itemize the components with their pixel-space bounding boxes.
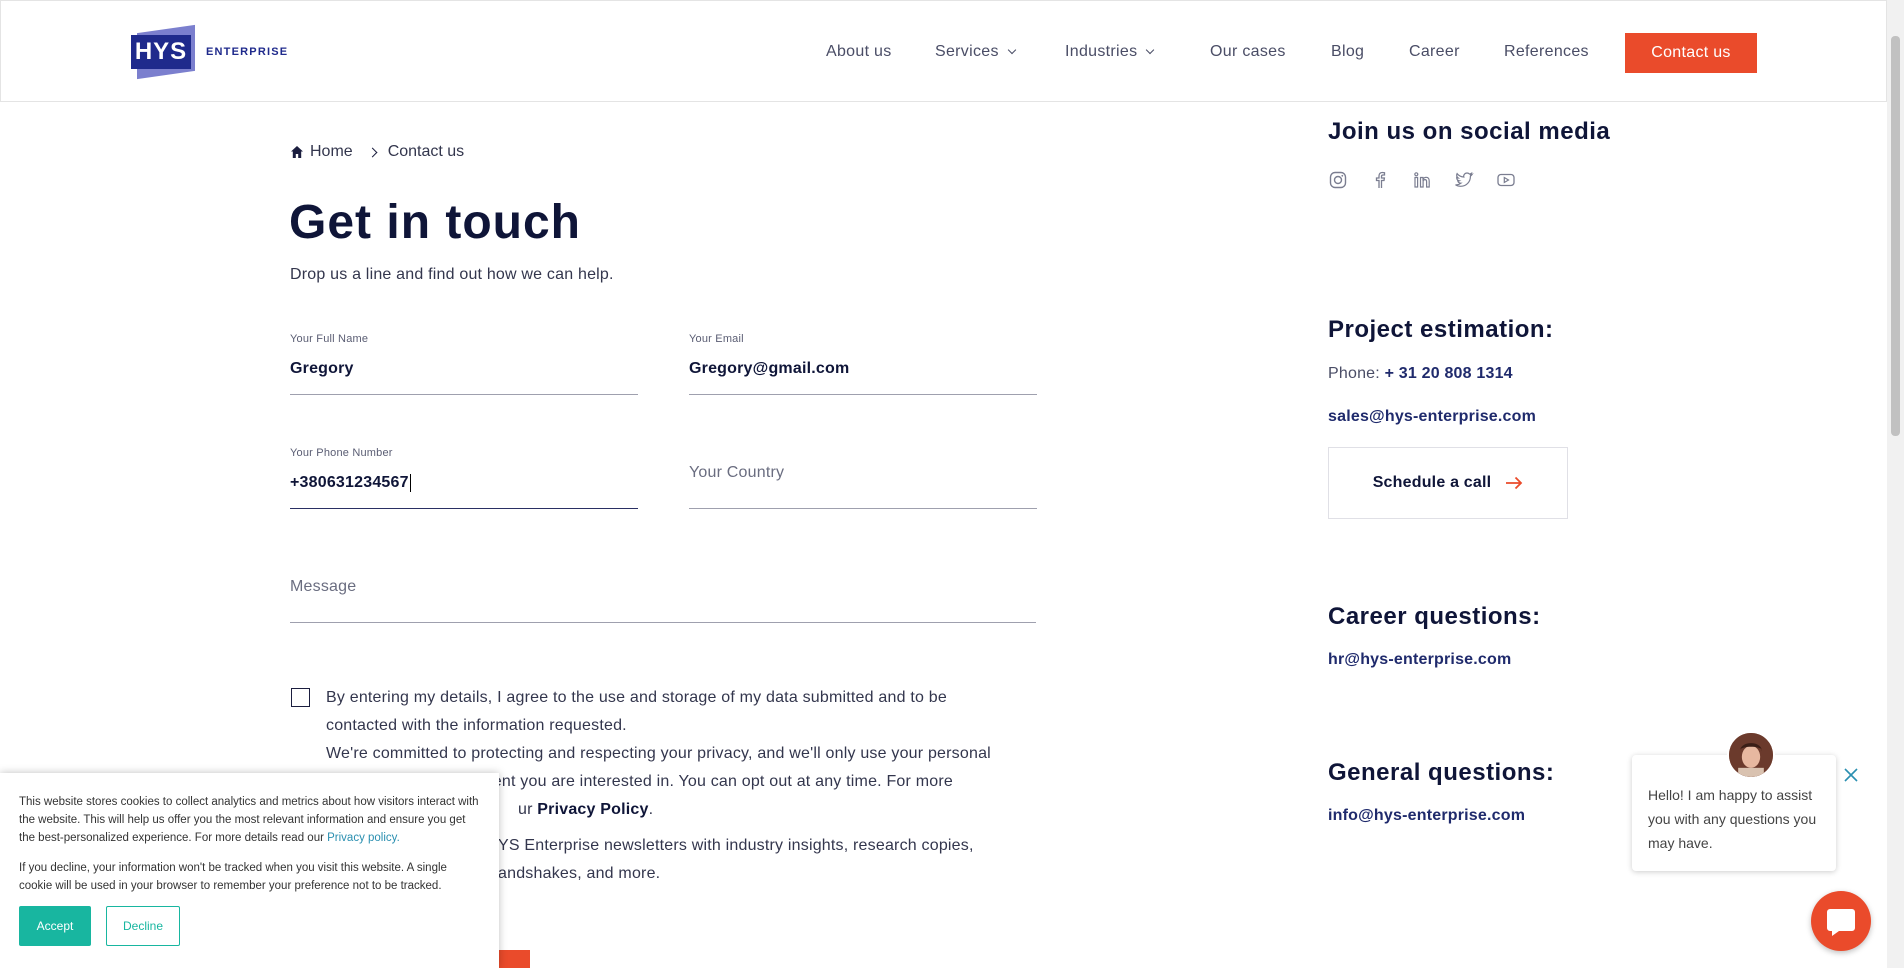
consent-checkbox[interactable] (291, 688, 310, 707)
general-email-link[interactable]: info@hys-enterprise.com (1328, 807, 1525, 825)
facebook-icon[interactable] (1370, 170, 1390, 190)
cookie-privacy-link[interactable]: Privacy policy. (327, 832, 400, 844)
country-field[interactable]: Your Country (689, 444, 1037, 509)
logo[interactable]: HYS ENTERPRISE (131, 24, 289, 80)
chat-icon (1827, 909, 1855, 936)
message-placeholder: Message (290, 578, 357, 595)
nav-services-label: Services (935, 43, 999, 60)
breadcrumb: Home Contact us (290, 143, 464, 161)
accept-cookies-button[interactable]: Accept (19, 906, 91, 946)
logo-mark: HYS (131, 24, 196, 80)
email-label: Your Email (689, 333, 744, 345)
youtube-icon[interactable] (1496, 170, 1516, 190)
estimation-title: Project estimation: (1328, 316, 1554, 343)
logo-text: ENTERPRISE (206, 46, 289, 58)
schedule-call-label: Schedule a call (1372, 474, 1492, 491)
phone-label: Your Phone Number (290, 447, 393, 459)
general-title: General questions: (1328, 759, 1555, 786)
chat-greeting-text: Hello! I am happy to assist you with any… (1648, 787, 1817, 851)
contact-us-button[interactable]: Contact us (1625, 33, 1757, 73)
page-subtitle: Drop us a line and find out how we can h… (290, 266, 614, 283)
full-name-field[interactable]: Your Full Name Gregory (290, 330, 638, 395)
message-field[interactable]: Message (290, 558, 1036, 623)
twitter-icon[interactable] (1454, 170, 1474, 190)
phone-link[interactable]: + 31 20 808 1314 (1385, 365, 1513, 382)
schedule-call-button[interactable]: Schedule a call (1328, 447, 1568, 519)
phone-value: +380631234567 (290, 474, 409, 492)
logo-mark-text: HYS (131, 35, 191, 69)
sales-email-link[interactable]: sales@hys-enterprise.com (1328, 408, 1536, 426)
career-title: Career questions: (1328, 603, 1541, 630)
nav-industries[interactable]: Industries (1065, 43, 1155, 61)
scrollbar[interactable] (1887, 0, 1904, 968)
nav-blog[interactable]: Blog (1331, 43, 1364, 61)
email-field[interactable]: Your Email Gregory@gmail.com (689, 330, 1037, 395)
social-title: Join us on social media (1328, 118, 1611, 145)
consent-line: contacted with the information requested… (326, 717, 627, 734)
close-icon[interactable] (1842, 766, 1860, 784)
submit-button[interactable] (498, 950, 530, 968)
nav-references[interactable]: References (1504, 43, 1589, 61)
cookie-text-2: If you decline, your information won't b… (19, 862, 447, 892)
arrow-right-icon (1506, 476, 1523, 490)
decline-cookies-button[interactable]: Decline (106, 906, 180, 946)
consent-line: By entering my details, I agree to the u… (326, 689, 947, 706)
full-name-value: Gregory (290, 360, 354, 377)
consent-fragment: ur (518, 801, 533, 818)
career-email-link[interactable]: hr@hys-enterprise.com (1328, 651, 1511, 669)
social-icons (1328, 170, 1516, 190)
cookie-text-1-body: This website stores cookies to collect a… (19, 796, 479, 844)
cookie-text-1: This website stores cookies to collect a… (19, 793, 479, 847)
site-header: HYS ENTERPRISE About us Services Industr… (0, 0, 1887, 102)
nav-industries-label: Industries (1065, 43, 1138, 60)
country-placeholder: Your Country (689, 464, 785, 481)
chevron-right-icon (367, 147, 378, 157)
nav-our-cases[interactable]: Our cases (1210, 43, 1286, 61)
breadcrumb-current: Contact us (387, 143, 465, 160)
privacy-policy-link[interactable]: Privacy Policy (537, 801, 648, 818)
chat-agent-avatar (1727, 731, 1775, 779)
page-title: Get in touch (289, 196, 581, 249)
phone-value-wrap: +380631234567 (290, 474, 411, 492)
full-name-label: Your Full Name (290, 333, 369, 345)
chevron-down-icon (1007, 45, 1017, 55)
scrollbar-thumb[interactable] (1891, 36, 1900, 436)
home-icon (291, 146, 303, 158)
email-value: Gregory@gmail.com (689, 360, 850, 377)
consent-line: We're committed to protecting and respec… (326, 745, 991, 762)
phone-line: Phone: + 31 20 808 1314 (1328, 365, 1513, 383)
nav-services[interactable]: Services (935, 43, 1017, 61)
nav-about-us[interactable]: About us (826, 43, 892, 61)
cookie-banner: This website stores cookies to collect a… (0, 773, 499, 968)
phone-field[interactable]: Your Phone Number +380631234567 (290, 444, 638, 509)
text-caret (409, 474, 411, 492)
chat-launcher-button[interactable] (1811, 891, 1871, 951)
linkedin-icon[interactable] (1412, 170, 1432, 190)
chevron-down-icon (1146, 45, 1155, 55)
nav-career[interactable]: Career (1409, 43, 1460, 61)
phone-label: Phone: (1328, 365, 1380, 382)
instagram-icon[interactable] (1328, 170, 1348, 190)
breadcrumb-home[interactable]: Home (310, 143, 353, 161)
